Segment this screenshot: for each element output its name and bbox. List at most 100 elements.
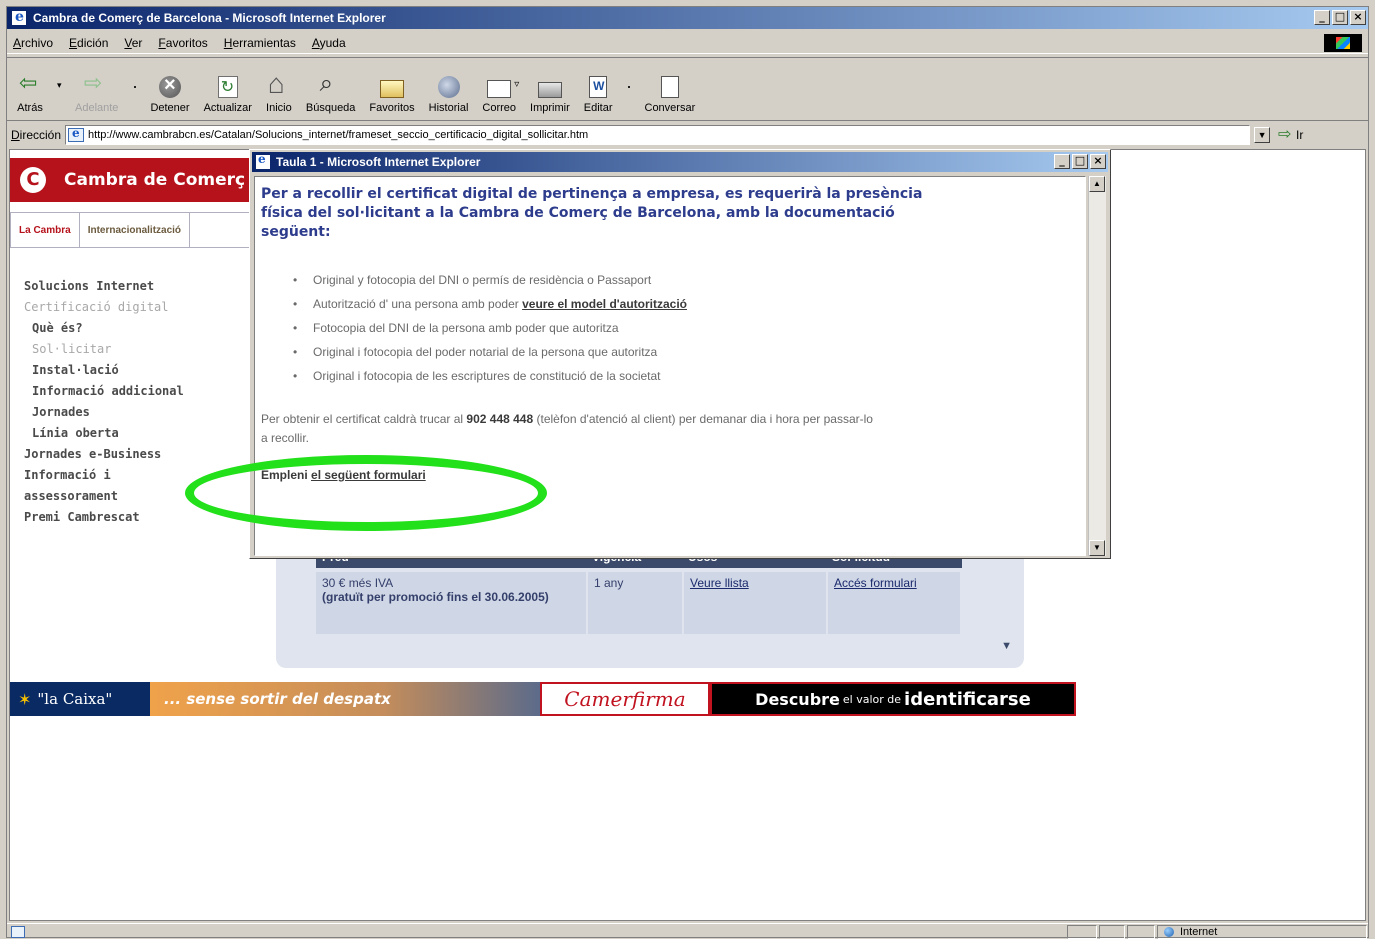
favorites-label: Favoritos [369, 102, 415, 114]
form-link[interactable]: el següent formulari [311, 468, 426, 482]
back-button[interactable]: Atrás [17, 70, 43, 120]
discuss-label: Conversar [644, 102, 696, 114]
price-value: 30 € més IVA [322, 576, 394, 590]
status-segment [1099, 925, 1125, 939]
list-item-text: Fotocopia del DNI de la persona amb pode… [313, 321, 619, 335]
menu-edicion[interactable]: Edición [69, 36, 108, 50]
list-item-text: Autorització d' una persona amb poder [313, 297, 523, 311]
sidebar-item[interactable]: assessorament [24, 486, 184, 507]
banner-descubre: Descubre el valor de identificarse [710, 682, 1076, 716]
sidebar-item[interactable]: Jornades [24, 402, 184, 423]
edit-dropdown-icon[interactable] [627, 70, 637, 110]
sidebar-item[interactable]: Línia oberta [24, 423, 184, 444]
request-cell: Accés formulari [828, 572, 960, 634]
el-valor-text: el valor de [842, 692, 902, 706]
menu-archivo[interactable]: Archivo [13, 36, 53, 50]
tab-la-cambra[interactable]: La Cambra [11, 213, 80, 247]
site-header: C Cambra de Comerç [10, 158, 250, 202]
favorites-button[interactable]: Favoritos [369, 76, 415, 120]
go-arrow-icon [1278, 124, 1294, 144]
windows-logo-icon [1324, 34, 1362, 52]
history-icon [437, 76, 460, 98]
popup-body: Per a recollir el certificat digital de … [254, 176, 1086, 556]
list-item: Original i fotocopia de les escriptures … [293, 364, 1079, 388]
descubre-text: Descubre [755, 689, 840, 709]
sidebar-item[interactable]: Certificació digital [24, 297, 184, 318]
ad-banner[interactable]: ✶ "la Caixa" ... sense sortir del despat… [10, 682, 1076, 716]
scroll-down-arrow-icon[interactable]: ▼ [1089, 540, 1105, 556]
status-page-icon [11, 925, 25, 938]
printer-icon [537, 82, 562, 98]
history-button[interactable]: Historial [428, 76, 469, 120]
back-label: Atrás [17, 102, 43, 114]
popup-title: Taula 1 - Microsoft Internet Explorer [276, 155, 481, 169]
site-title: Cambra de Comerç [64, 170, 246, 190]
edit-button[interactable]: Editar [584, 76, 613, 120]
camerfirma-logo: Camerfirma [540, 682, 710, 716]
sidebar-item[interactable]: Què és? [24, 318, 184, 339]
search-button[interactable]: Búsqueda [305, 70, 356, 120]
validity-cell: 1 any [588, 572, 682, 634]
popup-scrollbar[interactable]: ▲ ▼ [1088, 176, 1106, 556]
sidebar-item[interactable]: Solucions Internet [24, 276, 184, 297]
identificarse-text: identificarse [904, 688, 1031, 710]
internet-globe-icon [1164, 927, 1174, 937]
mail-label: Correo [482, 102, 517, 114]
close-button[interactable]: × [1350, 10, 1366, 25]
home-button[interactable]: Inicio [266, 68, 292, 120]
forward-button[interactable]: Adelante [75, 70, 119, 120]
authorization-model-link[interactable]: veure el model d'autorització [522, 297, 687, 311]
price-table-card: Preu Vigència Usos Sol·licitud 30 € més … [276, 550, 1024, 668]
home-label: Inicio [266, 102, 292, 114]
list-item: Fotocopia del DNI de la persona amb pode… [293, 316, 1079, 340]
minimize-button[interactable]: _ [1314, 10, 1330, 25]
refresh-button[interactable]: Actualizar [204, 76, 252, 120]
address-dropdown-icon[interactable]: ▼ [1254, 127, 1271, 143]
popup-minimize-button[interactable]: _ [1054, 154, 1070, 169]
sidebar-item[interactable]: Premi Cambrescat [24, 507, 184, 528]
window-title: Cambra de Comerç de Barcelona - Microsof… [33, 11, 386, 25]
maximize-button[interactable]: □ [1332, 10, 1348, 25]
search-icon [318, 70, 344, 98]
request-form-link[interactable]: Accés formulari [834, 576, 917, 590]
discuss-button[interactable]: Conversar [644, 76, 696, 120]
table-row: 30 € més IVA (gratuït per promoció fins … [316, 572, 962, 634]
menu-favoritos[interactable]: Favoritos [158, 36, 207, 50]
sidebar-item[interactable]: Sol·licitar [24, 339, 184, 360]
forward-dropdown-icon[interactable] [132, 70, 142, 110]
scroll-down-icon[interactable]: ▼ [1001, 640, 1012, 652]
menu-ayuda[interactable]: Ayuda [312, 36, 346, 50]
address-input[interactable]: http://www.cambrabcn.es/Catalan/Solucion… [65, 125, 1251, 145]
form-line: Empleni el següent formulari [261, 468, 1079, 482]
go-button[interactable]: Ir [1278, 124, 1303, 144]
menu-ver[interactable]: Ver [124, 36, 142, 50]
tab-internacionalitzacio[interactable]: Internacionalització [80, 213, 191, 247]
refresh-label: Actualizar [203, 102, 252, 114]
sidebar-item[interactable]: Jornades e-Business [24, 444, 184, 465]
address-label: Dirección [11, 128, 62, 142]
search-label: Búsqueda [305, 102, 356, 114]
back-dropdown-icon[interactable] [57, 70, 67, 110]
address-bar: Dirección http://www.cambrabcn.es/Catala… [7, 123, 1368, 147]
stop-icon [159, 74, 181, 98]
sidebar-item[interactable]: Informació i [24, 465, 184, 486]
list-item: Autorització d' una persona amb poder ve… [293, 292, 1079, 316]
sidebar-item[interactable]: Informació addicional [24, 381, 184, 402]
uses-link[interactable]: Veure llista [690, 576, 749, 590]
menu-herramientas[interactable]: Herramientas [224, 36, 296, 50]
mail-button[interactable]: Correo [482, 77, 519, 120]
title-bar: Cambra de Comerç de Barcelona - Microsof… [7, 7, 1368, 29]
stop-label: Detener [150, 102, 190, 114]
forward-label: Adelante [75, 102, 119, 114]
scroll-up-icon[interactable]: ▲ [1089, 176, 1105, 192]
popup-heading: Per a recollir el certificat digital de … [261, 186, 923, 240]
sidebar-item[interactable]: Instal·lació [24, 360, 184, 381]
popup-close-button[interactable]: × [1090, 154, 1106, 169]
stop-button[interactable]: Detener [150, 74, 190, 120]
history-label: Historial [428, 102, 469, 114]
discuss-icon [660, 76, 679, 98]
print-button[interactable]: Imprimir [530, 76, 570, 120]
popup-maximize-button[interactable]: □ [1072, 154, 1088, 169]
side-navigation: Solucions Internet Certificació digital Qu… [24, 276, 184, 528]
word-edit-icon [589, 76, 608, 98]
